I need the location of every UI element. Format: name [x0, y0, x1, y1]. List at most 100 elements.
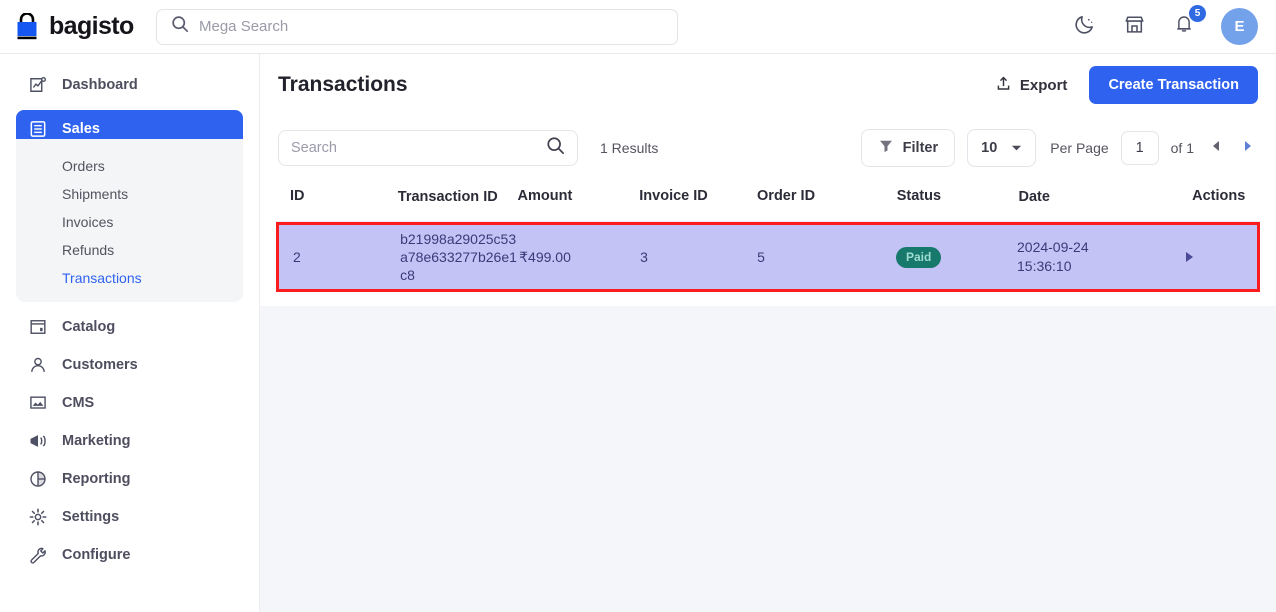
export-label: Export [1020, 77, 1068, 94]
column-header-date[interactable]: Date [1018, 188, 1188, 207]
dashboard-chart-icon [28, 75, 48, 95]
cell-id: 2 [279, 249, 400, 265]
triangle-left-icon [1211, 139, 1221, 157]
previous-page-button[interactable] [1206, 136, 1226, 160]
toolbar-right: Filter 10 Per Page 1 of 1 [861, 129, 1258, 167]
sidebar-subitem-label: Invoices [62, 214, 113, 230]
page-header: Transactions Export Create Transaction [276, 54, 1260, 116]
triangle-right-icon[interactable] [1186, 252, 1193, 262]
sidebar-item-catalog[interactable]: Catalog [16, 308, 243, 346]
sidebar-item-orders[interactable]: Orders [16, 152, 243, 180]
triangle-right-icon [1243, 139, 1253, 157]
top-bar-actions: 5 E [1071, 8, 1276, 45]
cell-actions[interactable] [1186, 252, 1257, 262]
sidebar-item-shipments[interactable]: Shipments [16, 180, 243, 208]
column-header-status[interactable]: Status [897, 188, 1019, 204]
filter-label: Filter [903, 140, 938, 156]
sidebar-item-label: Configure [62, 547, 130, 563]
sidebar-item-invoices[interactable]: Invoices [16, 208, 243, 236]
catalog-box-icon [28, 317, 48, 337]
visit-store-button[interactable] [1121, 14, 1147, 40]
filter-button[interactable]: Filter [861, 129, 955, 167]
theme-toggle-button[interactable] [1071, 14, 1097, 40]
page-number-input[interactable]: 1 [1121, 131, 1159, 165]
brand-name: bagisto [49, 12, 134, 41]
column-header-id[interactable]: ID [276, 188, 398, 204]
sidebar-subitem-label: Shipments [62, 186, 128, 202]
sidebar-group-sales: Sales Orders Shipments Invoices Refunds … [0, 110, 259, 302]
moon-icon [1073, 13, 1096, 41]
page-header-actions: Export Create Transaction [989, 66, 1258, 104]
cell-status: Paid [896, 247, 1017, 268]
funnel-icon [878, 138, 894, 158]
results-count: 1 Results [600, 140, 658, 156]
column-header-order-id[interactable]: Order ID [757, 188, 897, 204]
chevron-down-icon [1011, 140, 1022, 156]
marketing-megaphone-icon [28, 431, 48, 451]
per-page-label: Per Page [1050, 140, 1108, 156]
sidebar-item-transactions[interactable]: Transactions [16, 264, 243, 292]
sidebar-navigation: Dashboard Sales Orders Shipments Invoice… [0, 54, 260, 612]
column-header-transaction-id[interactable]: Transaction ID [398, 188, 518, 207]
sidebar-item-configure[interactable]: Configure [16, 536, 243, 574]
transactions-card: Transactions Export Create Transaction S… [260, 54, 1276, 306]
card-bottom-padding [276, 292, 1260, 306]
sidebar-item-label: Catalog [62, 319, 115, 335]
cell-invoice-id: 3 [640, 249, 757, 265]
sidebar-item-reporting[interactable]: Reporting [16, 460, 243, 498]
cms-image-icon [28, 393, 48, 413]
column-header-actions: Actions [1188, 188, 1260, 204]
column-header-amount[interactable]: Amount [518, 188, 640, 204]
sidebar-item-label: Marketing [62, 433, 131, 449]
search-icon[interactable] [546, 136, 565, 160]
sidebar-subitem-label: Refunds [62, 242, 114, 258]
configure-wrench-icon [28, 545, 48, 565]
create-transaction-button[interactable]: Create Transaction [1089, 66, 1258, 104]
cell-date-day: 2024-09-24 [1017, 238, 1186, 257]
export-button[interactable]: Export [989, 69, 1074, 102]
per-page-value: 10 [981, 140, 997, 156]
cell-date-time: 15:36:10 [1017, 257, 1186, 276]
sidebar-submenu-sales: Orders Shipments Invoices Refunds Transa… [16, 139, 243, 302]
sidebar-item-settings[interactable]: Settings [16, 498, 243, 536]
cell-order-id: 5 [757, 249, 896, 265]
sidebar-item-customers[interactable]: Customers [16, 346, 243, 384]
customers-person-icon [28, 355, 48, 375]
user-avatar[interactable]: E [1221, 8, 1258, 45]
sales-list-icon [28, 119, 48, 139]
sidebar-item-label: Dashboard [62, 77, 138, 93]
sidebar-item-cms[interactable]: CMS [16, 384, 243, 422]
transactions-table: ID Transaction ID Amount Invoice ID Orde… [276, 180, 1260, 292]
status-badge: Paid [896, 247, 941, 268]
bagisto-admin-page: bagisto Mega Search [0, 0, 1276, 612]
sidebar-item-refunds[interactable]: Refunds [16, 236, 243, 264]
mega-search-placeholder: Mega Search [199, 18, 288, 35]
page-title: Transactions [278, 73, 408, 97]
upload-icon [995, 75, 1012, 96]
sidebar-item-dashboard[interactable]: Dashboard [16, 66, 243, 104]
sidebar-item-label: Settings [62, 509, 119, 525]
sidebar-item-label: Sales [62, 121, 100, 137]
per-page-select[interactable]: 10 [967, 129, 1036, 167]
notifications-button[interactable]: 5 [1171, 14, 1197, 40]
next-page-button[interactable] [1238, 136, 1258, 160]
table-body: 2 b21998a29025c53a78e633277b26e1c8 ₹499.… [276, 222, 1260, 292]
main-content: Transactions Export Create Transaction S… [260, 54, 1276, 612]
search-placeholder: Search [291, 140, 546, 156]
brand-logo[interactable]: bagisto [0, 12, 146, 41]
notification-count-badge: 5 [1189, 5, 1206, 22]
sidebar-item-label: Customers [62, 357, 138, 373]
datagrid-toolbar: Search 1 Results Filter 10 [276, 116, 1260, 180]
table-header-row: ID Transaction ID Amount Invoice ID Orde… [276, 180, 1260, 222]
search-input[interactable]: Search [278, 130, 578, 166]
sidebar-subitem-label: Transactions [62, 270, 142, 286]
sidebar-item-label: Reporting [62, 471, 130, 487]
total-pages-label: of 1 [1171, 140, 1194, 156]
top-navigation-bar: bagisto Mega Search [0, 0, 1276, 54]
settings-gear-icon [28, 507, 48, 527]
mega-search-input[interactable]: Mega Search [156, 9, 678, 45]
column-header-invoice-id[interactable]: Invoice ID [639, 188, 757, 204]
sidebar-item-marketing[interactable]: Marketing [16, 422, 243, 460]
store-icon [1123, 13, 1146, 41]
table-row[interactable]: 2 b21998a29025c53a78e633277b26e1c8 ₹499.… [276, 222, 1260, 292]
